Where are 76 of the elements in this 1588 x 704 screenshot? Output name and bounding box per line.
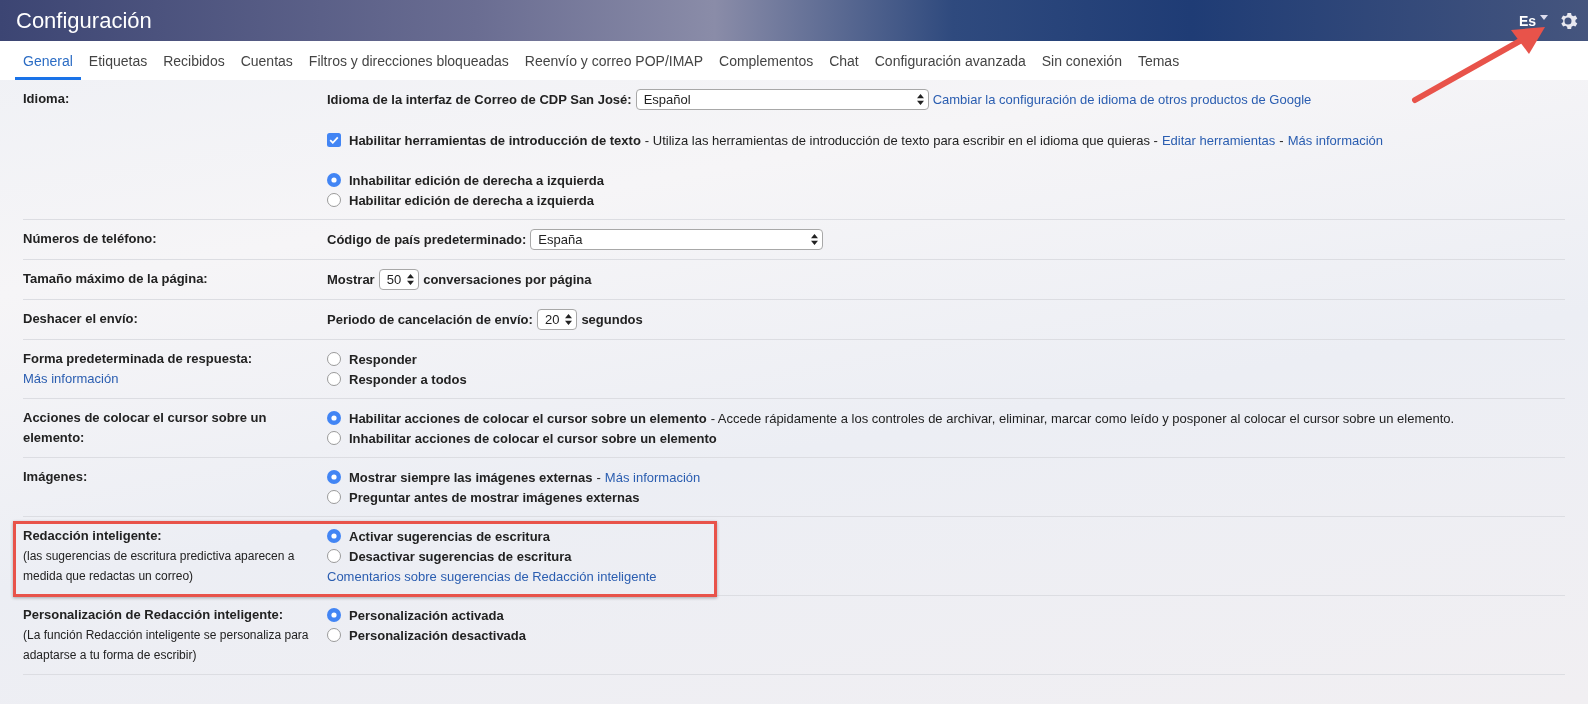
option-label: Inhabilitar acciones de colocar el cursor sobre un elemento <box>349 430 717 446</box>
setting-label: Idioma: <box>23 90 71 108</box>
tab[interactable]: Recibidos <box>155 41 233 80</box>
tab[interactable]: Filtros y direcciones bloqueadas <box>300 41 517 80</box>
radio-button[interactable] <box>327 431 341 445</box>
radio-button[interactable] <box>327 608 341 622</box>
radio-button[interactable] <box>327 372 341 386</box>
link[interactable]: Más información <box>604 469 701 485</box>
caret-icon <box>1540 15 1548 20</box>
radio-button[interactable] <box>327 352 341 366</box>
option-label: Habilitar herramientas de introducción de texto <box>349 132 641 148</box>
option-label: Código de país predeterminado: <box>327 232 527 247</box>
setting-label: Personalización de Redacción inteligente: <box>23 606 285 624</box>
link[interactable]: Cambiar la configuración de idioma de otros productos de Google <box>932 92 1312 107</box>
up-down-arrows-icon <box>565 314 573 325</box>
tab[interactable]: Etiquetas <box>80 41 156 80</box>
radio-button[interactable] <box>327 549 341 563</box>
option-label: Idioma de la interfaz de Correo de CDP San José: <box>327 92 632 107</box>
option-label: segundos <box>581 312 643 327</box>
link[interactable]: Comentarios sobre sugerencias de Redacción inteligente <box>327 568 657 584</box>
option-label: conversaciones por página <box>423 272 592 287</box>
setting-label: Tamaño máximo de la página: <box>23 270 209 288</box>
option-label: Activar sugerencias de escritura <box>349 528 550 544</box>
radio-button[interactable] <box>327 193 341 207</box>
setting-label: Redacción inteligente: <box>23 527 163 545</box>
up-down-arrows-icon <box>916 94 924 105</box>
tab[interactable]: Cuentas <box>232 41 301 80</box>
tab[interactable]: Complementos <box>711 41 822 80</box>
option-description: - <box>1279 132 1284 148</box>
link[interactable]: Editar herramientas <box>1161 132 1276 148</box>
setting-note: (La función Redacción inteligente se personaliza para adaptarse a tu forma de escribir) <box>23 627 310 664</box>
dropdown[interactable]: 50 <box>378 269 420 290</box>
option-label: Periodo de cancelación de envío: <box>327 312 533 327</box>
up-down-arrows-icon <box>407 274 415 285</box>
radio-button[interactable] <box>327 470 341 484</box>
option-label: Habilitar acciones de colocar el cursor sobre un elemento <box>349 410 707 426</box>
option-label: Personalización desactivada <box>349 627 527 643</box>
up-down-arrows-icon <box>811 234 819 245</box>
option-label: Preguntar antes de mostrar imágenes externas <box>349 489 640 505</box>
radio-button[interactable] <box>327 173 341 187</box>
option-label: Mostrar <box>327 272 375 287</box>
tab[interactable]: Reenvío y correo POP/IMAP <box>516 41 711 80</box>
setting-label: Deshacer el envío: <box>23 310 139 328</box>
dropdown[interactable]: 20 <box>536 309 578 330</box>
option-description: - Utiliza las herramientas de introducción de texto para escribir en el idioma que quieras - <box>644 132 1158 148</box>
setting-note: (las sugerencias de escritura predictiva aparecen a medida que redactas un correo) <box>23 548 296 585</box>
setting-label: Números de teléfono: <box>23 230 158 248</box>
settings-icon[interactable] <box>1558 10 1578 31</box>
setting-label: Acciones de colocar el cursor sobre un elemento: <box>23 409 268 447</box>
link[interactable]: Más información <box>1287 132 1384 148</box>
radio-button[interactable] <box>327 411 341 425</box>
tab[interactable]: Configuración avanzada <box>866 41 1034 80</box>
dropdown[interactable]: España <box>530 229 824 250</box>
option-description: - <box>596 469 601 485</box>
setting-label: Imágenes: <box>23 468 89 486</box>
option-label: Personalización activada <box>349 607 504 623</box>
option-label: Responder <box>349 351 417 367</box>
page-title: Configuración <box>16 7 152 34</box>
checkbox[interactable] <box>327 133 341 147</box>
tab[interactable]: General <box>15 41 81 80</box>
option-label: Mostrar siempre las imágenes externas <box>349 469 593 485</box>
radio-button[interactable] <box>327 628 341 642</box>
tab[interactable]: Temas <box>1129 41 1188 80</box>
radio-button[interactable] <box>327 529 341 543</box>
option-label: Inhabilitar edición de derecha a izquierda <box>349 172 604 188</box>
option-label: Habilitar edición de derecha a izquierda <box>349 192 594 208</box>
radio-button[interactable] <box>327 490 341 504</box>
dropdown[interactable]: Español <box>635 89 929 110</box>
language-button[interactable]: Es <box>1516 10 1550 31</box>
option-label: Desactivar sugerencias de escritura <box>349 548 572 564</box>
setting-label: Forma predeterminada de respuesta: <box>23 350 254 368</box>
tab[interactable]: Chat <box>821 41 867 80</box>
tab[interactable]: Sin conexión <box>1033 41 1130 80</box>
option-description: - Accede rápidamente a los controles de archivar, eliminar, marcar como leído y posponer al colocar el cursor sobre un elemento. <box>710 410 1455 426</box>
option-label: Responder a todos <box>349 371 467 387</box>
help-link[interactable]: Más información <box>23 371 119 386</box>
